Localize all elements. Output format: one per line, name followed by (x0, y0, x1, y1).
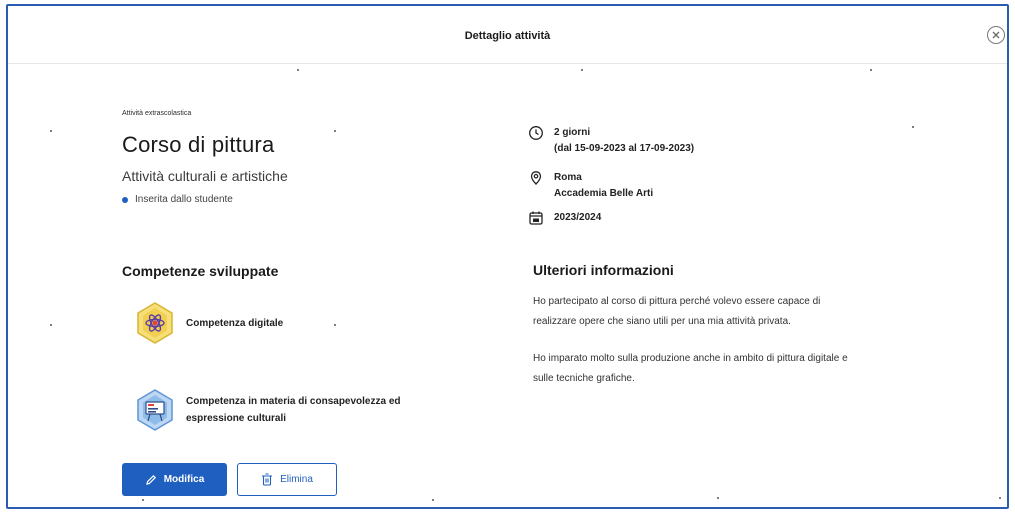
pencil-icon (145, 474, 157, 486)
clock-icon (528, 125, 544, 141)
activity-summary: Attività extrascolastica Corso di pittur… (122, 110, 462, 205)
scan-speck (297, 69, 299, 71)
activity-source: Inserita dallo studente (122, 194, 462, 205)
competence-label-line: Competenza in materia di consapevolezza … (186, 396, 401, 407)
location-city: Roma (554, 172, 582, 183)
competence-item: Competenza in materia di consapevolezza … (136, 389, 401, 431)
close-icon[interactable] (987, 26, 1005, 44)
easel-icon (136, 389, 174, 431)
paragraph-line: realizzare opere che siano utili per una… (533, 316, 791, 327)
scan-speck (581, 69, 583, 71)
scan-speck (870, 69, 872, 71)
competence-label: Competenza digitale (186, 317, 284, 329)
scan-speck (50, 324, 52, 326)
scan-speck (142, 499, 144, 501)
scan-speck (50, 130, 52, 132)
scan-speck (334, 130, 336, 132)
edit-button-label: Modifica (163, 474, 205, 485)
scan-speck (912, 126, 914, 128)
delete-button-label: Elimina (280, 474, 313, 485)
more-info-paragraph: Ho partecipato al corso di pittura perch… (533, 292, 923, 332)
scan-speck (999, 497, 1001, 499)
more-info-paragraph: Ho imparato molto sulla produzione anche… (533, 349, 923, 389)
location-pin-icon (528, 170, 544, 186)
school-year: 2023/2024 (554, 212, 602, 223)
scan-speck (432, 499, 434, 501)
paragraph-line: Ho imparato molto sulla produzione anche… (533, 353, 848, 364)
competence-label: Competenza in materia di consapevolezza … (186, 393, 401, 427)
competence-item: Competenza digitale (136, 302, 283, 344)
modal-header: Dettaglio attività (8, 6, 1007, 64)
paragraph-line: Ho partecipato al corso di pittura perch… (533, 296, 821, 307)
calendar-icon (528, 210, 544, 226)
status-dot-icon (122, 196, 128, 203)
duration-dates: (dal 15-09-2023 al 17-09-2023) (554, 143, 695, 154)
atom-icon (136, 302, 174, 344)
scan-speck (334, 324, 336, 326)
activity-subtitle: Attività culturali e artistiche (122, 168, 288, 184)
activity-source-label: Inserita dallo studente (135, 194, 233, 205)
duration-row: 2 giorni (dal 15-09-2023 al 17-09-2023) (528, 125, 694, 157)
delete-button[interactable]: Elimina (237, 463, 337, 496)
location-row: Roma Accademia Belle Arti (528, 170, 653, 202)
modal-title: Dettaglio attività (464, 30, 551, 42)
location-text: Roma Accademia Belle Arti (554, 170, 653, 202)
competences-heading: Competenze sviluppate (122, 263, 279, 279)
trash-icon (261, 473, 273, 486)
duration-text: 2 giorni (dal 15-09-2023 al 17-09-2023) (554, 125, 694, 157)
school-year-row: 2023/2024 (528, 210, 601, 226)
competence-label-line: espressione culturali (186, 413, 287, 424)
paragraph-line: sulle tecniche grafiche. (533, 373, 635, 384)
duration-value: 2 giorni (554, 127, 591, 138)
location-place: Accademia Belle Arti (554, 188, 654, 199)
activity-detail-modal: Dettaglio attività Attività extrascolast… (6, 4, 1009, 509)
more-info-heading: Ulteriori informazioni (533, 262, 674, 278)
scan-speck (717, 497, 719, 499)
activity-title: Corso di pittura (122, 132, 275, 157)
activity-category: Attività extrascolastica (122, 110, 192, 117)
edit-button[interactable]: Modifica (122, 463, 227, 496)
